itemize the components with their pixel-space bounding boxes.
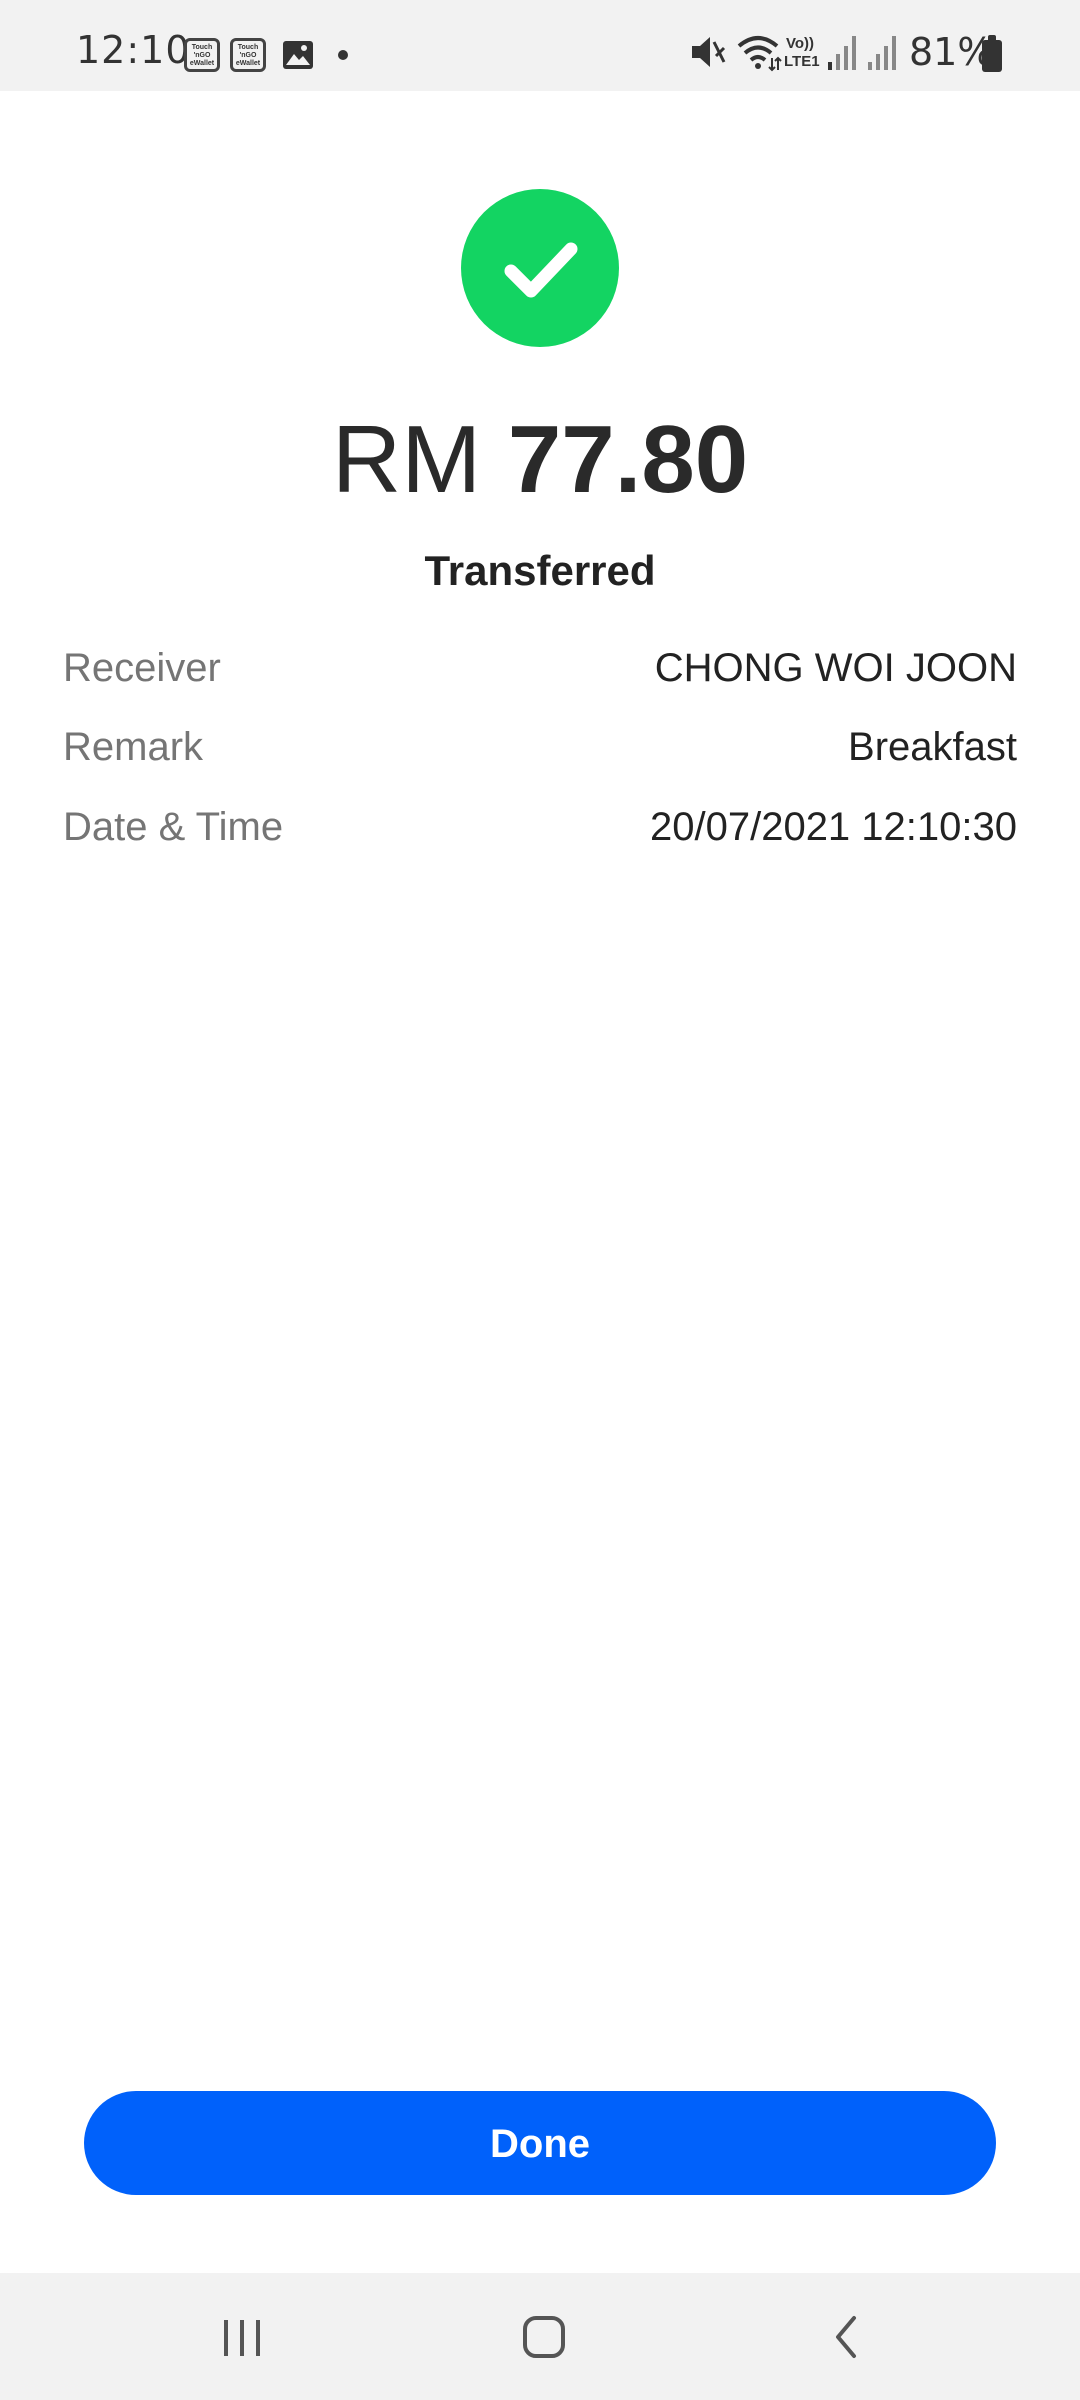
transfer-status: Transferred <box>424 547 656 594</box>
battery-icon <box>982 35 1002 72</box>
transfer-amount: RM 77.80 <box>0 405 1080 515</box>
signal-icon <box>828 36 856 70</box>
svg-text:Vo)): Vo)) <box>786 35 814 52</box>
back-icon[interactable] <box>786 2273 906 2400</box>
svg-text:LTE1: LTE1 <box>784 53 820 70</box>
detail-label: Remark <box>63 725 204 769</box>
detail-row-receiver: Receiver CHONG WOI JOON <box>63 638 1017 698</box>
detail-value: CHONG WOI JOON <box>654 646 1017 690</box>
battery-percentage: 81% <box>909 30 994 74</box>
status-time: 12:10 <box>76 28 191 72</box>
navigation-bar <box>0 2273 1080 2400</box>
notification-dot <box>338 50 348 60</box>
detail-row-date-time: Date & Time 20/07/2021 12:10:30 <box>63 797 1017 857</box>
detail-row-remark: Remark Breakfast <box>63 717 1017 777</box>
tng-ewallet-icon: Touch'nGO eWallet <box>230 38 266 72</box>
detail-label: Date & Time <box>63 805 284 849</box>
detail-label: Receiver <box>63 646 221 690</box>
detail-value: 20/07/2021 12:10:30 <box>649 805 1017 849</box>
mute-icon <box>692 37 726 67</box>
gallery-icon <box>283 41 313 69</box>
status-bar: 12:10 Touch'nGO eWallet Touch'nGO eWallet … <box>0 0 1080 91</box>
done-button[interactable]: Done <box>84 2091 996 2195</box>
amount-value: 77.80 <box>507 406 749 513</box>
success-check-icon <box>461 189 619 347</box>
wifi-icon <box>737 36 782 72</box>
signal-icon <box>868 36 896 70</box>
amount-currency: RM <box>331 406 482 513</box>
home-icon[interactable] <box>484 2273 604 2400</box>
detail-value: Breakfast <box>848 725 1017 769</box>
volte-icon: Vo)) LTE1 <box>784 35 820 70</box>
tng-ewallet-icon: Touch'nGO eWallet <box>184 38 220 72</box>
recent-apps-icon[interactable] <box>182 2273 302 2400</box>
